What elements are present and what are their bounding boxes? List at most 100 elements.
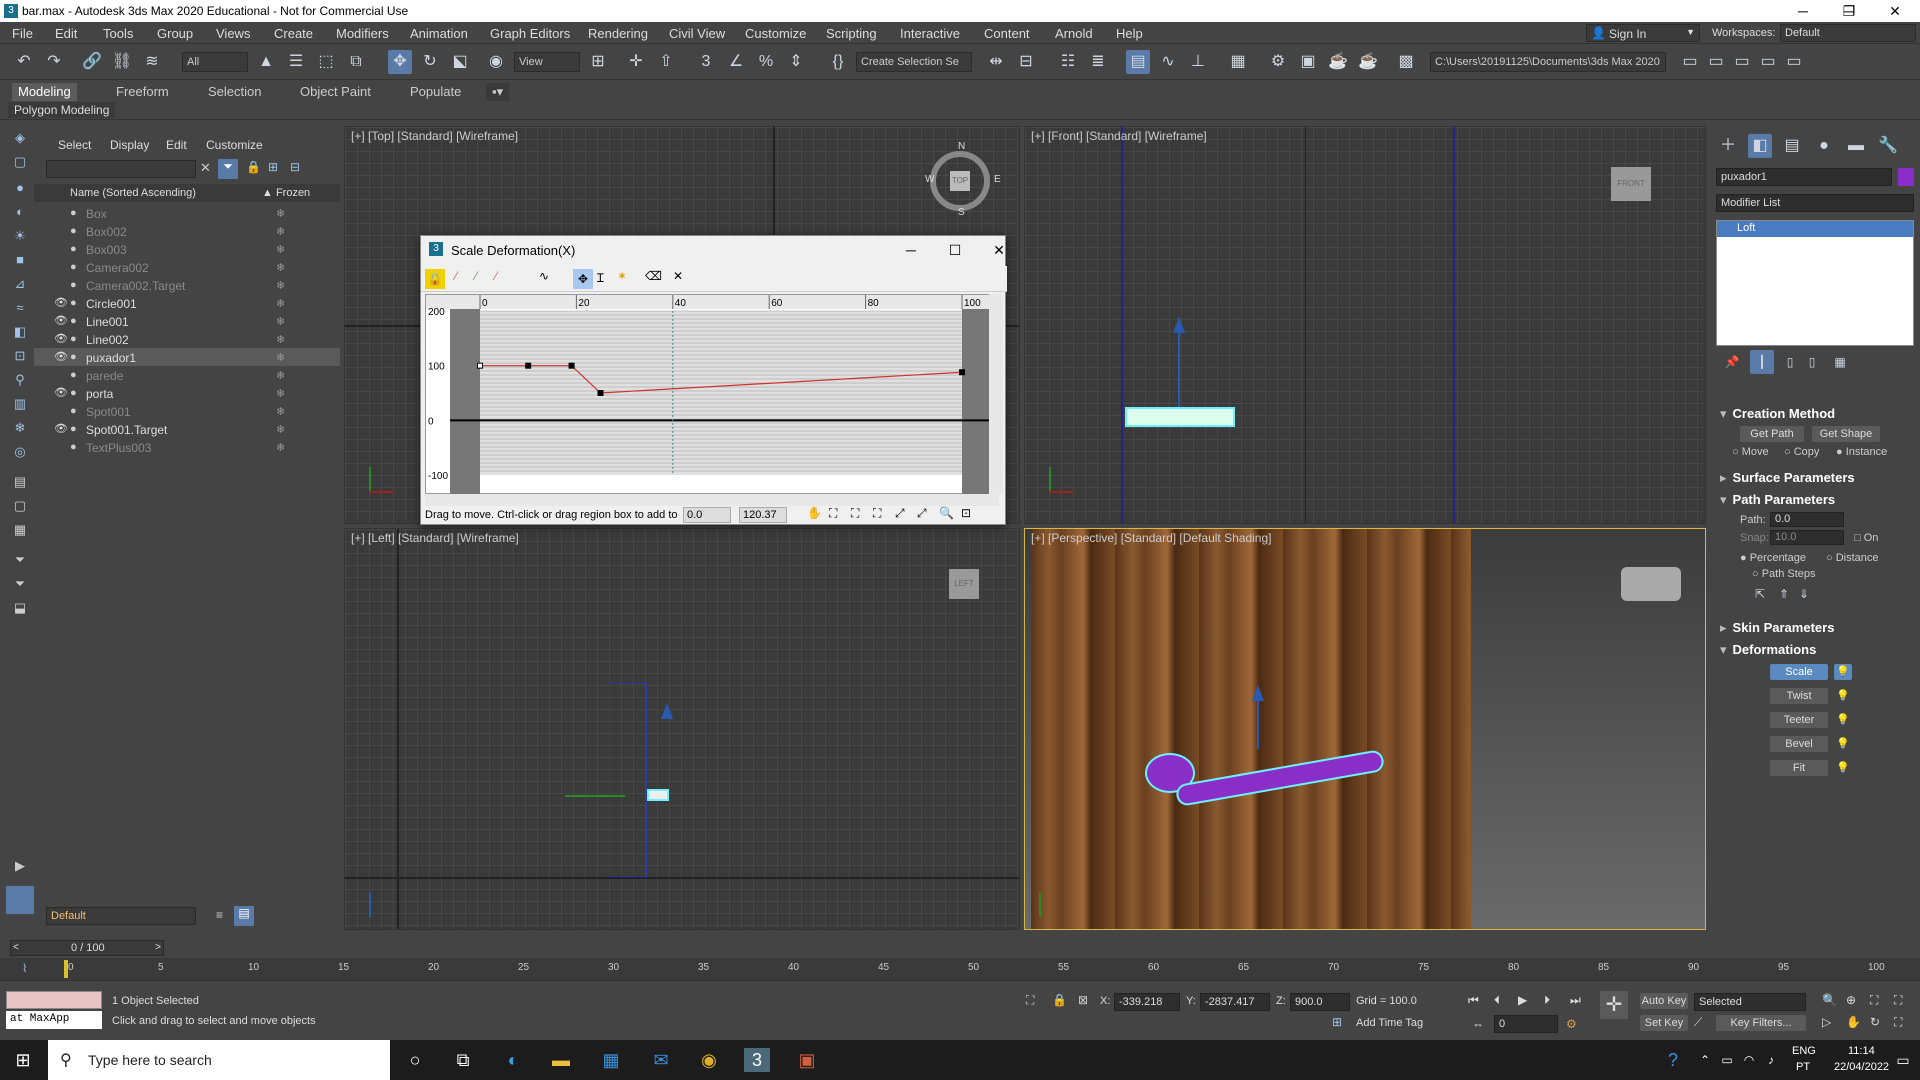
polygon-modeling-panel[interactable]: Polygon Modeling (8, 102, 116, 118)
help-tray-icon[interactable]: ? (1660, 1048, 1686, 1072)
twist-deformation-button[interactable]: Twist (1770, 688, 1828, 704)
explorer-menu-edit[interactable]: Edit (166, 138, 187, 152)
control-point[interactable] (959, 369, 965, 376)
display-dependents-icon[interactable]: ▦ (10, 522, 30, 540)
unlink-icon[interactable]: ⛓ (110, 50, 134, 74)
zoom-vertical-icon[interactable]: ⛶ (873, 506, 881, 521)
surface-parameters-rollout[interactable]: ▸ Surface Parameters (1720, 470, 1920, 486)
stack-item-loft[interactable]: Loft (1717, 221, 1913, 237)
layers-icon[interactable]: ⊟ (290, 160, 300, 174)
menu-group[interactable]: Group (157, 26, 193, 41)
scene-row[interactable]: ● Camera002.Target ❄ (34, 276, 340, 294)
path-value-field[interactable]: 0.0 (1770, 512, 1844, 527)
menu-create[interactable]: Create (274, 26, 313, 41)
graph-plot-area[interactable] (480, 311, 962, 475)
get-shape-button[interactable]: Get Shape (1812, 426, 1880, 442)
percent-snap-icon[interactable]: % (754, 50, 778, 74)
freeze-icon[interactable]: ❄ (276, 423, 285, 436)
menu-modifiers[interactable]: Modifiers (336, 26, 389, 41)
restore-button[interactable]: ❐ (1826, 0, 1872, 22)
insert-corner-point-icon[interactable]: ✶ (617, 269, 627, 283)
scene-row[interactable]: ● Box ❄ (34, 204, 340, 222)
freeze-icon[interactable]: ❄ (276, 207, 285, 220)
modifier-list-dropdown[interactable]: Modifier List (1716, 194, 1914, 212)
bevel-toggle-icon[interactable]: 💡 (1834, 736, 1852, 752)
menu-file[interactable]: File (12, 26, 33, 41)
freeze-icon[interactable]: ❄ (276, 261, 285, 274)
hierarchy-icon[interactable]: ⊞ (268, 160, 278, 174)
path-steps-radio[interactable]: ○ Path Steps (1752, 568, 1816, 580)
lights-icon[interactable]: ☀ (10, 228, 30, 246)
add-time-tag[interactable]: Add Time Tag (1356, 1017, 1423, 1029)
viewport-front-label[interactable]: [+] [Front] [Standard] [Wireframe] (1031, 129, 1207, 143)
deformation-graph[interactable]: 200 100 0 -100 0 20 40 60 80 100 (425, 294, 1000, 495)
redo-icon[interactable]: ↷ (42, 50, 66, 74)
skin-parameters-rollout[interactable]: ▸ Skin Parameters (1720, 620, 1920, 636)
helpers-icon[interactable]: ⊿ (10, 276, 30, 294)
spinner-snap-icon[interactable]: ⇕ (784, 50, 808, 74)
scene-explorer-toggle-icon[interactable]: ▤ (234, 906, 254, 926)
shapes-icon[interactable]: ◐ (10, 204, 30, 222)
scene-row[interactable]: 👁 ● Spot001.Target ❄ (34, 420, 340, 438)
zoom-extents-icon[interactable]: ⛶ (829, 506, 837, 521)
scene-explorer-icon[interactable]: ☷ (1056, 50, 1080, 74)
viewcube-front[interactable]: FRONT (1611, 167, 1651, 201)
modify-tab-icon[interactable]: ◧ (1748, 134, 1772, 158)
key-tangents-icon[interactable]: ⟋ (1694, 1015, 1702, 1030)
project-folder-icon[interactable]: ▭ (1678, 50, 1702, 74)
spacewarps-icon[interactable]: ≈ (10, 300, 30, 318)
pin-stack-icon[interactable]: 📌 (1720, 350, 1744, 374)
viewcube-compass[interactable]: TOP (930, 151, 990, 211)
bones-icon[interactable]: ⚲ (10, 372, 30, 390)
gizmo-z-arrow-icon[interactable] (661, 703, 673, 719)
get-path-button[interactable]: Get Path (1740, 426, 1804, 442)
time-tag-icon[interactable]: ⊞ (1332, 1015, 1342, 1029)
graph-vertical-scrollbar[interactable] (989, 294, 1003, 494)
freeze-icon[interactable]: ❄ (276, 441, 285, 454)
pan-view-icon[interactable]: ✋ (1846, 1015, 1861, 1029)
notifications-icon[interactable]: ▭ (1890, 1048, 1916, 1072)
next-shape-icon[interactable]: ⇓ (1794, 582, 1814, 602)
filter-selected-icon[interactable]: ⏷ (10, 576, 30, 594)
swap-curves-icon[interactable]: ∿ (539, 269, 549, 283)
freeze-icon[interactable]: ❄ (276, 279, 285, 292)
pivot-center-icon[interactable]: ⊞ (586, 50, 610, 74)
z-coordinate-field[interactable]: 900.0 (1290, 993, 1350, 1011)
auto-key-button[interactable]: Auto Key (1640, 993, 1688, 1009)
minimize-button[interactable]: ─ (1780, 0, 1826, 22)
menu-civil-view[interactable]: Civil View (669, 26, 725, 41)
teeter-deformation-button[interactable]: Teeter (1770, 712, 1828, 728)
ribbon-toggle-icon[interactable]: ▤ (1126, 50, 1150, 74)
close-container-icon[interactable]: ▭ (1756, 50, 1780, 74)
visibility-icon[interactable]: 👁 (54, 332, 68, 345)
lock-icon[interactable]: 🔒 (246, 160, 261, 174)
dialog-close-button[interactable]: ✕ (979, 238, 1019, 262)
selection-lock-icon[interactable]: 🔒 (1052, 993, 1067, 1007)
render-production-icon[interactable]: ☕ (1326, 50, 1350, 74)
control-point[interactable] (597, 390, 604, 396)
teeter-toggle-icon[interactable]: 💡 (1834, 712, 1852, 728)
set-key-icon[interactable]: ✛ (1600, 991, 1628, 1019)
percentage-radio[interactable]: ● Percentage (1740, 552, 1806, 564)
dialog-minimize-button[interactable]: ─ (891, 238, 931, 262)
render-setup-icon[interactable]: ⚙ (1266, 50, 1290, 74)
keyboard-shortcut-icon[interactable]: ⇧ (654, 50, 678, 74)
visibility-icon[interactable]: 👁 (54, 422, 68, 435)
time-slider[interactable]: < 0 / 100 > (10, 940, 164, 956)
scene-row[interactable]: 👁 ● Circle001 ❄ (34, 294, 340, 312)
control-point[interactable] (525, 362, 532, 369)
move-radio[interactable]: ○ Move (1732, 446, 1769, 458)
xrefs-icon[interactable]: ⊡ (10, 348, 30, 366)
display-y-axis-icon[interactable]: ⁄ (475, 269, 477, 283)
time-config-icon[interactable]: ⚙ (1566, 1017, 1577, 1031)
zoom-icon[interactable]: 🔍 (939, 506, 954, 520)
deformations-rollout[interactable]: ▾ Deformations (1720, 642, 1920, 658)
fit-deformation-button[interactable]: Fit (1770, 760, 1828, 776)
freeze-icon[interactable]: ❄ (276, 405, 285, 418)
create-tab-icon[interactable]: ＋ (1716, 134, 1740, 158)
zoom-viewport-icon[interactable]: 🔍 (1822, 993, 1837, 1007)
show-end-result-icon[interactable]: ┃ (1750, 350, 1774, 374)
layer-dropdown[interactable]: Default (46, 907, 196, 925)
x-coordinate-field[interactable]: -339.218 (1114, 993, 1180, 1011)
containers-icon[interactable]: ▭ (1704, 50, 1728, 74)
